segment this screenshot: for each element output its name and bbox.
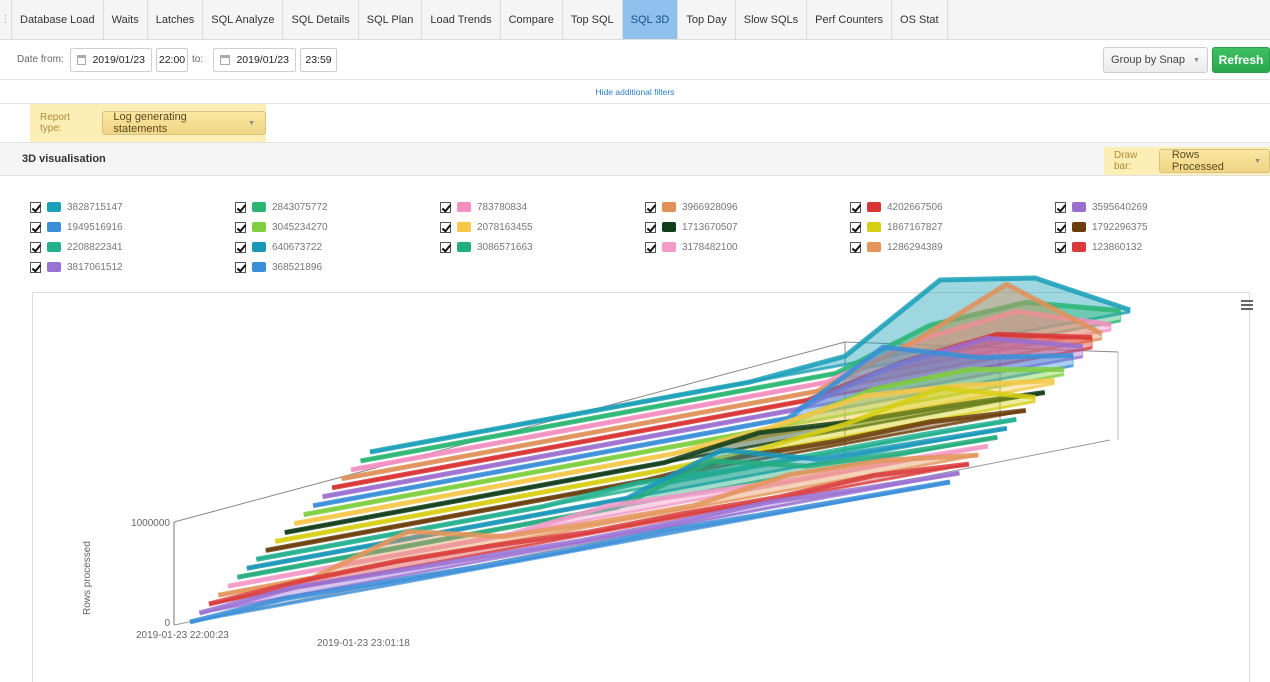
y-axis-title: Rows processed (82, 541, 93, 615)
x-tick-label: 2019-01-23 23:01:18 (317, 638, 410, 649)
y-tick-label: 0 (164, 618, 170, 629)
chart-3d: 0 1000000 Rows processed 2019-01-23 22:00:2… (82, 275, 1131, 649)
y-tick-label: 1000000 (131, 518, 170, 529)
x-tick-label: 2019-01-23 22:00:23 (136, 630, 229, 641)
